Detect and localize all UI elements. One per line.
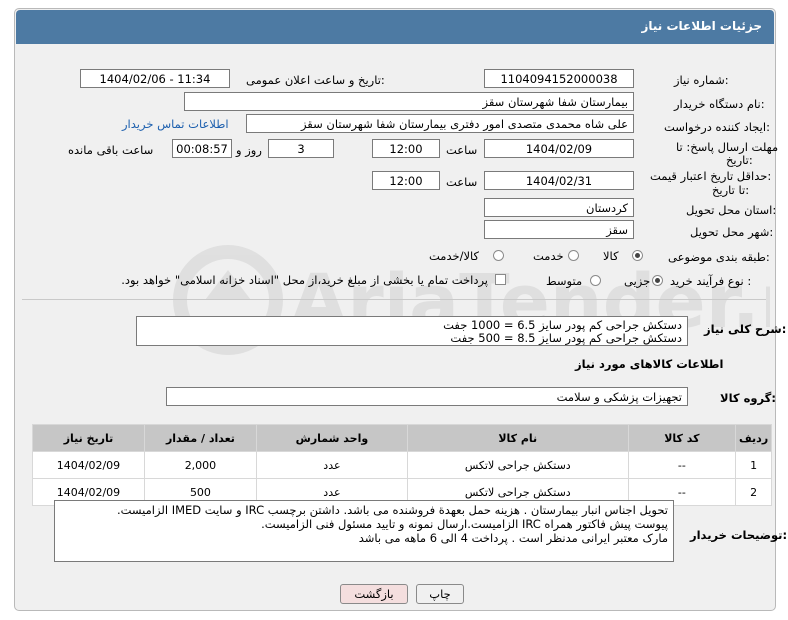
province-label: استان محل تحویل: [686,203,777,217]
item-date: 1404/02/09 [32,451,145,479]
panel-title: جزئیات اطلاعات نیاز [641,19,762,33]
buyer-notes-line-2: پیوست پیش فاکتور همراه IRC الزامیست.ارسا… [261,517,668,531]
price-validity-label-2: تا تاریخ: [712,183,750,197]
creator-label: ایجاد کننده درخواست: [664,120,770,134]
buyer-notes-line-3: مارک معتبر ایرانی مدنظر است . پرداخت 4 ا… [358,531,668,545]
col-qty-header: تعداد / مقدار [143,424,257,452]
description-line-2: دستکش جراحی کم پودر سایز 8.5 = 500 جفت [450,331,682,345]
table-header-row: ردیف کد کالا نام کالا واحد شمارش تعداد /… [32,424,772,452]
process-label: نوع فرآیند خرید : [670,274,752,288]
process-radio-medium[interactable] [590,275,601,286]
days-label: روز و [236,143,262,157]
contact-info-link[interactable]: اطلاعات تماس خریدار [122,117,229,131]
description-textarea: دستکش جراحی کم پودر سایز 6.5 = 1000 جفت … [136,316,688,346]
table-row: 1 -- دستکش جراحی لاتکس عدد 2,000 1404/02… [32,451,772,479]
creator-field: علی شاه محمدی متصدی امور دفتری بیمارستان… [246,114,634,133]
category-label: طبقه بندی موضوعی: [668,250,770,264]
col-date-header: تاریخ نیاز [32,424,145,452]
print-button[interactable]: چاپ [416,584,464,604]
buyer-notes-line-1: تحویل اجناس انبار بیمارستان . هزینه حمل … [116,503,668,517]
item-quantity: 2,000 [143,451,257,479]
process-option-medium: متوسط [546,274,583,288]
category-radio-both[interactable] [493,250,504,261]
goods-group-label: گروه کالا: [720,391,776,405]
remaining-time-field: 00:08:57 [172,139,232,158]
deadline-time-field: 12:00 [372,139,440,158]
col-name-header: نام کالا [406,424,629,452]
item-name: دستکش جراحی لاتکس [406,451,629,479]
city-field: سقز [484,220,634,239]
col-code-header: کد کالا [627,424,737,452]
price-time-field: 12:00 [372,171,440,190]
divider [22,299,766,300]
items-table: ردیف کد کالا نام کالا واحد شمارش تعداد /… [32,424,772,506]
process-option-minor: جزیی [624,274,651,288]
deadline-hour-label: ساعت [446,143,478,157]
province-field: کردستان [484,198,634,217]
process-radio-minor[interactable] [652,275,663,286]
category-option-goods: کالا [603,249,619,263]
city-label: شهر محل تحویل: [690,225,774,239]
remaining-label: ساعت باقی مانده [68,143,154,157]
row-number: 2 [735,478,772,506]
days-field: 3 [268,139,334,158]
need-number-label: شماره نیاز: [674,73,729,87]
buyer-org-field: بیمارستان شفا شهرستان سقز [184,92,634,111]
category-option-service: خدمت [533,249,564,263]
deadline-label: مهلت ارسال پاسخ: تا [676,140,779,154]
price-validity-label: حداقل تاریخ اعتبار قیمت: [650,169,772,183]
deadline-label-2: تاریخ: [726,153,753,167]
price-hour-label: ساعت [446,175,478,189]
category-option-both: کالا/خدمت [429,249,480,263]
buyer-org-label: نام دستگاه خریدار: [674,97,765,111]
item-unit: عدد [255,451,408,479]
treasury-payment-text: پرداخت تمام یا بخشی از مبلغ خرید،از محل … [121,273,488,287]
col-unit-header: واحد شمارش [255,424,408,452]
category-radio-goods[interactable] [632,250,643,261]
category-radio-service[interactable] [568,250,579,261]
buyer-notes-textarea: تحویل اجناس انبار بیمارستان . هزینه حمل … [54,500,674,562]
announce-label: تاریخ و ساعت اعلان عمومی: [246,73,385,87]
panel-header: جزئیات اطلاعات نیاز [16,10,774,44]
goods-section-title: اطلاعات کالاهای مورد نیاز [575,357,724,371]
deadline-date-field: 1404/02/09 [484,139,634,158]
description-label: شرح کلی نیاز: [704,322,787,336]
need-number-field: 1104094152000038 [484,69,634,88]
item-code: -- [627,451,737,479]
back-button[interactable]: بازگشت [340,584,408,604]
announce-field: 1404/02/06 - 11:34 [80,69,230,88]
buyer-notes-label: توضیحات خریدار: [690,528,788,542]
goods-group-field: تجهیزات پزشکی و سلامت [166,387,688,406]
col-row-header: ردیف [735,424,772,452]
price-date-field: 1404/02/31 [484,171,634,190]
row-number: 1 [735,451,772,479]
treasury-payment-checkbox[interactable] [495,274,506,285]
